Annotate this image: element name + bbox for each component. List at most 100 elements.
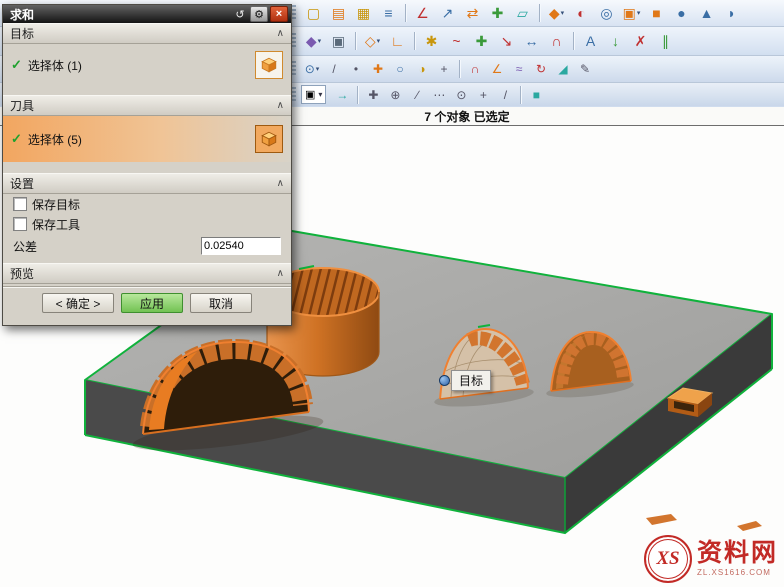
move-handles-icon[interactable]: ✚ [363,86,383,104]
dialog-titlebar[interactable]: 求和 ↺ ⚙ × [3,5,291,23]
measure-icon[interactable]: ∠ [411,3,434,24]
sew-icon[interactable]: ≈ [509,60,529,78]
cancel-button[interactable]: 取消 [190,293,252,313]
save-target-checkbox[interactable]: 保存目标 [3,194,291,214]
collapse-icon[interactable]: ∧ [277,100,284,111]
sketch-icon[interactable]: ◇▾ [361,31,384,52]
circle-snap-icon[interactable]: ⊙ [451,86,471,104]
select-target-body-button[interactable] [255,51,283,79]
selection-tooltip: 目标 [451,370,491,391]
group-header-target[interactable]: 目标 ∧ [3,23,291,44]
toolbar-grip[interactable] [292,87,296,103]
tolerance-row: 公差 [3,234,291,258]
body-cube-icon [260,56,278,74]
mirror-curve-icon[interactable]: ↔ [520,31,543,52]
collapse-icon[interactable]: ∧ [277,178,284,189]
ok-button[interactable]: < 确定 > [42,293,114,313]
unite-dialog: 求和 ↺ ⚙ × 目标 ∧ ✓ 选择体 (1) 刀具 ∧ [2,4,292,326]
bridge-curve-icon[interactable]: ∩ [545,31,568,52]
group-header-preview[interactable]: 预览 ∧ [3,263,291,284]
toolbar-grip[interactable] [292,61,296,77]
existing-point-icon[interactable]: + [434,60,454,78]
pencil-icon[interactable]: ✎ [575,60,595,78]
chevron-down-icon: ▾ [637,9,641,17]
angle-snap-icon[interactable]: ∠ [487,60,507,78]
project-curve-icon[interactable]: ↓ [604,31,627,52]
line-snap-icon[interactable]: ∕ [407,86,427,104]
select-tool-body-button[interactable] [255,125,283,153]
group-label: 设置 [10,175,277,192]
snapshot-icon[interactable]: ▣ [327,31,350,52]
template-icon[interactable]: ▢ [302,3,325,24]
target-body-label: 选择体 (1) [28,57,82,74]
section-curve-icon[interactable]: ∥ [654,31,677,52]
display-mode-icon[interactable]: ◆▾ [302,31,325,52]
solid-body-icon[interactable]: ■ [526,86,546,104]
corner-icon[interactable]: ◢ [553,60,573,78]
toolbar-grip[interactable] [292,33,296,49]
target-select-row[interactable]: ✓ 选择体 (1) [3,44,291,86]
layers-icon[interactable]: ≡ [377,3,400,24]
plus-snap-icon[interactable]: + [473,86,493,104]
group-header-tool[interactable]: 刀具 ∧ [3,95,291,116]
snap-point-icon[interactable]: ⊙▾ [302,60,322,78]
toolbar-separator [414,32,415,50]
toolbar-separator [459,60,460,78]
extrude-icon[interactable]: ◆▾ [545,3,568,24]
save-tool-checkbox[interactable]: 保存工具 [3,214,291,234]
check-icon: ✓ [11,57,22,73]
close-icon[interactable]: × [270,6,288,22]
reset-icon[interactable]: ↺ [232,7,248,21]
text-icon[interactable]: A [579,31,602,52]
key-icon[interactable]: ✱ [420,31,443,52]
arrow-curve-icon[interactable]: ↘ [495,31,518,52]
tangent-point-icon[interactable]: ∩ [465,60,485,78]
collapse-icon[interactable]: ∧ [277,268,284,279]
spline-icon[interactable]: ~ [445,31,468,52]
forward-arrow-icon[interactable]: → [332,86,352,104]
toolbar-separator [573,32,574,50]
end-point-icon[interactable]: / [324,60,344,78]
torus-icon[interactable]: ◗ [720,3,743,24]
intersection-point-icon[interactable]: ✚ [368,60,388,78]
arc-center-icon[interactable]: ○ [390,60,410,78]
snap-point-marker [439,375,450,386]
checkbox-label: 保存工具 [32,216,80,233]
block-icon[interactable]: ■ [645,3,668,24]
mid-point-icon[interactable]: • [346,60,366,78]
slash-snap-icon[interactable]: / [495,86,515,104]
table-icon[interactable]: ▦ [352,3,375,24]
datum-csys-icon[interactable]: ∟ [386,31,409,52]
move-face-icon[interactable]: ↗ [436,3,459,24]
gear-icon[interactable]: ⚙ [250,6,268,22]
toolbar-separator [355,32,356,50]
toolbar-grip[interactable] [292,5,296,21]
revolve-icon[interactable]: ◐ [570,3,593,24]
rotate-view-icon[interactable]: ↻ [531,60,551,78]
datum-plane-icon[interactable]: ▱ [511,3,534,24]
checkbox-box[interactable] [13,197,27,211]
quadrant-point-icon[interactable]: ◑ [412,60,432,78]
group-header-settings[interactable]: 设置 ∧ [3,173,291,194]
tolerance-input[interactable] [201,237,281,255]
collapse-icon[interactable]: ∧ [277,28,284,39]
tool-select-row[interactable]: ✓ 选择体 (5) [3,116,291,162]
selection-filter-dropdown[interactable]: ▣ ▾ [301,85,326,104]
ellipsis-icon[interactable]: ⋯ [429,86,449,104]
cylinder-icon[interactable]: ● [670,3,693,24]
watermark-xs: XS [656,548,679,570]
offset-region-icon[interactable]: ⇄ [461,3,484,24]
checkbox-box[interactable] [13,217,27,231]
watermark: XS 资料网 ZL.XS1616.COM [644,535,778,583]
cross-curve-icon[interactable]: ✚ [470,31,493,52]
cone-icon[interactable]: ▲ [695,3,718,24]
rotate-handles-icon[interactable]: ⊕ [385,86,405,104]
intersect-curve-icon[interactable]: ✗ [629,31,652,52]
hole-icon[interactable]: ◎ [595,3,618,24]
filter-type-icon: ▣ [305,88,315,101]
apply-button[interactable]: 应用 [121,293,183,313]
sheet-icon[interactable]: ▤ [327,3,350,24]
unite-icon[interactable]: ▣▾ [620,3,643,24]
point-icon[interactable]: ✚ [486,3,509,24]
toolbar-icons: → ✚⊕∕⋯⊙+/ ■ [331,86,547,104]
